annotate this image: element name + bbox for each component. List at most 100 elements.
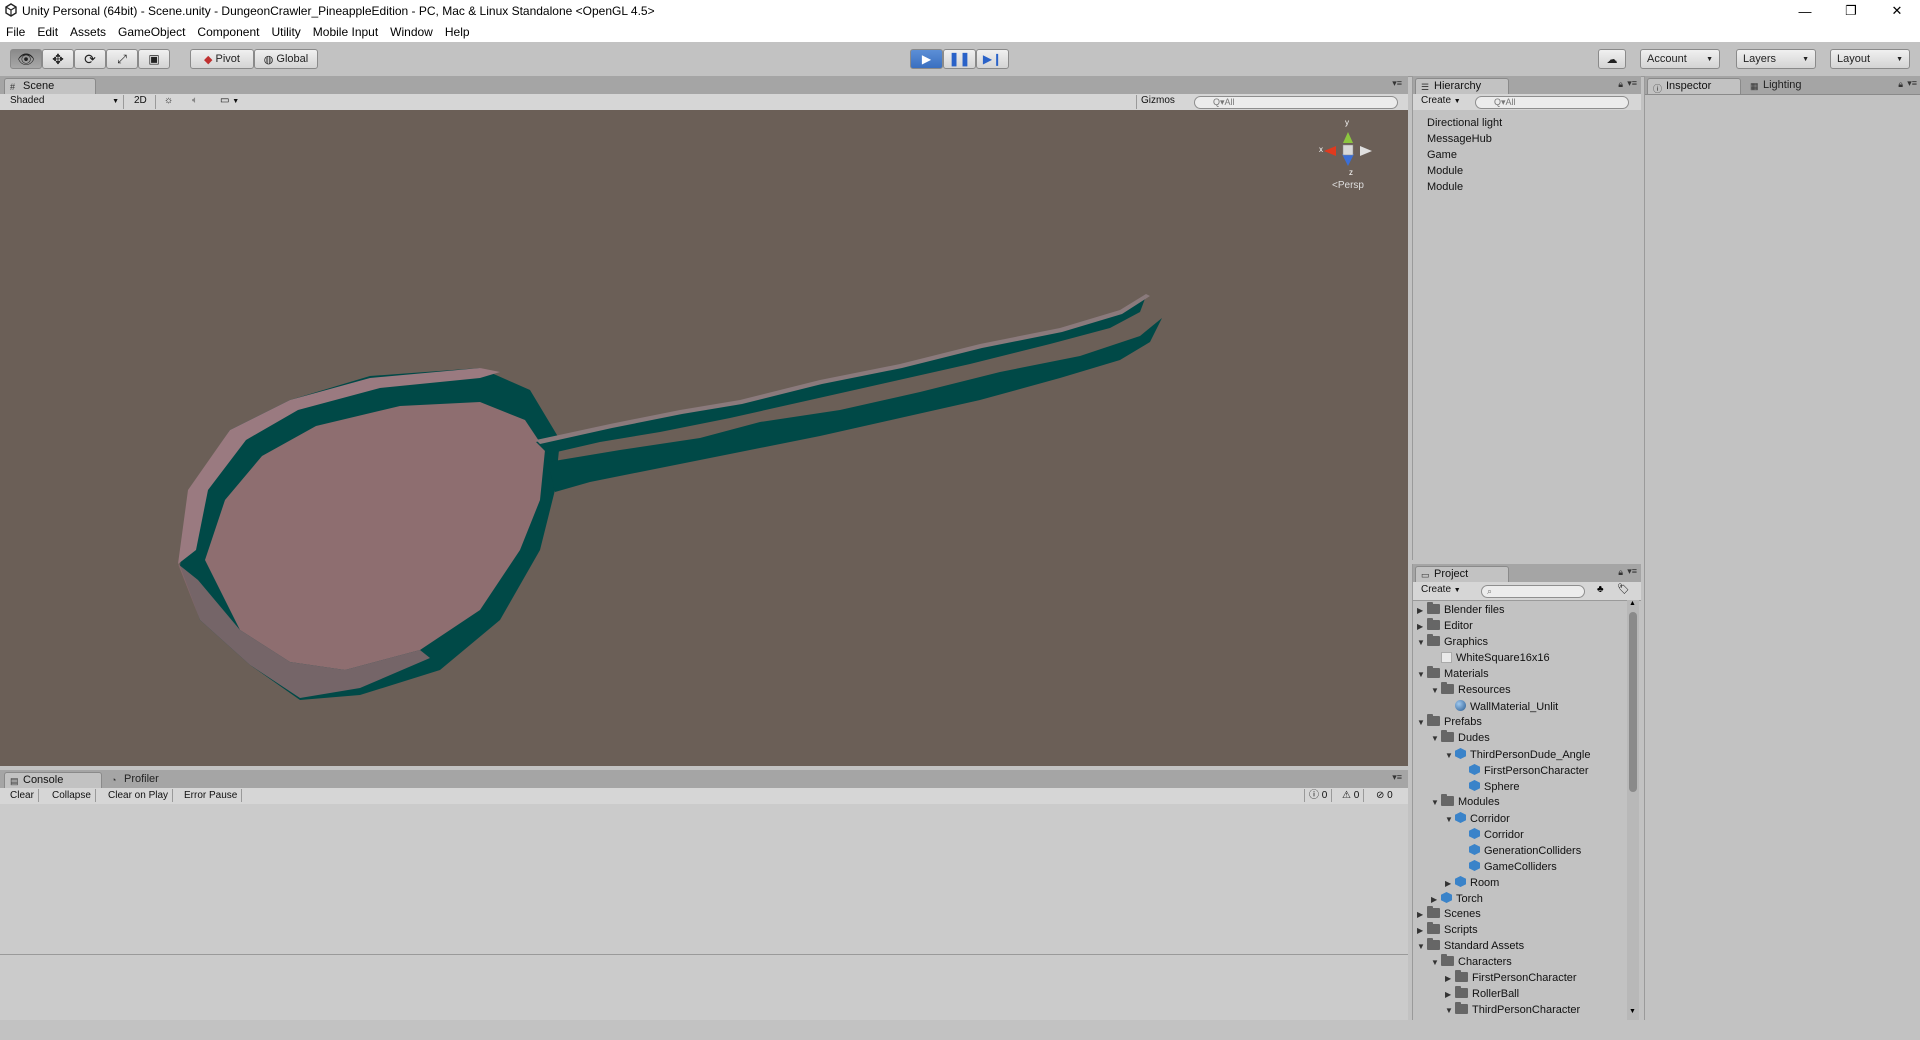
- project-tree-item[interactable]: Corridor: [1459, 828, 1524, 841]
- hierarchy-item[interactable]: Game: [1427, 149, 1457, 161]
- gizmo-persp-label[interactable]: <Persp: [1332, 180, 1364, 191]
- tab-lighting[interactable]: ▦ Lighting: [1745, 78, 1835, 94]
- panel-menu-icon[interactable]: ▾≡: [1392, 772, 1402, 783]
- menu-assets[interactable]: Assets: [64, 25, 112, 39]
- collapse-button[interactable]: Collapse: [48, 789, 96, 802]
- panel-menu-icon[interactable]: ▾≡: [1627, 78, 1637, 89]
- hierarchy-search-input[interactable]: Q▾All: [1475, 96, 1629, 109]
- scroll-up-icon[interactable]: ▲: [1629, 600, 1636, 607]
- pivot-button[interactable]: ◆ Pivot: [190, 49, 254, 69]
- tab-scene[interactable]: # Scene: [4, 78, 96, 94]
- hierarchy-item[interactable]: MessageHub: [1427, 133, 1492, 145]
- menu-file[interactable]: File: [0, 25, 31, 39]
- expanded-arrow-icon[interactable]: ▼: [1431, 798, 1441, 807]
- lock-icon[interactable]: 🔒︎: [1898, 79, 1903, 90]
- play-button[interactable]: ▶: [910, 49, 943, 69]
- project-search-input[interactable]: ⌕: [1481, 585, 1585, 598]
- lock-icon[interactable]: 🔒︎: [1618, 79, 1623, 90]
- expanded-arrow-icon[interactable]: ▼: [1445, 751, 1455, 760]
- scrollbar-thumb[interactable]: [1629, 612, 1637, 792]
- expanded-arrow-icon[interactable]: ▼: [1431, 686, 1441, 695]
- collapsed-arrow-icon[interactable]: ▶: [1445, 974, 1455, 983]
- expanded-arrow-icon[interactable]: ▼: [1445, 1006, 1455, 1015]
- collapsed-arrow-icon[interactable]: ▶: [1445, 879, 1455, 888]
- expanded-arrow-icon[interactable]: ▼: [1417, 670, 1427, 679]
- scale-tool-button[interactable]: ⤢: [106, 49, 138, 69]
- collapsed-arrow-icon[interactable]: ▶: [1417, 926, 1427, 935]
- minimize-icon[interactable]: —: [1782, 0, 1828, 22]
- gizmos-dropdown[interactable]: Gizmos ▼: [1136, 95, 1186, 116]
- menu-component[interactable]: Component: [191, 25, 265, 39]
- expanded-arrow-icon[interactable]: ▼: [1431, 734, 1441, 743]
- tab-console[interactable]: ▤ Console: [4, 772, 102, 788]
- project-tree-item[interactable]: ▼ ThirdPersonCharacter: [1445, 1002, 1580, 1016]
- error-count-toggle[interactable]: ⊘ 0: [1372, 789, 1397, 802]
- scroll-down-icon[interactable]: ▼: [1629, 1008, 1636, 1015]
- project-tree-item[interactable]: ▼ Characters: [1431, 954, 1512, 968]
- expanded-arrow-icon[interactable]: ▼: [1417, 718, 1427, 727]
- tab-inspector[interactable]: ⓘ Inspector: [1647, 78, 1741, 94]
- rect-tool-button[interactable]: ▣: [138, 49, 170, 69]
- clear-button[interactable]: Clear: [6, 789, 39, 802]
- close-icon[interactable]: ✕: [1874, 0, 1920, 22]
- collapsed-arrow-icon[interactable]: ▶: [1417, 606, 1427, 615]
- shading-mode-dropdown[interactable]: Shaded ▼: [6, 95, 124, 109]
- expanded-arrow-icon[interactable]: ▼: [1417, 638, 1427, 647]
- global-button[interactable]: ◍ Global: [254, 49, 318, 69]
- menu-edit[interactable]: Edit: [31, 25, 64, 39]
- step-button[interactable]: ▶❙: [976, 49, 1009, 69]
- layers-dropdown[interactable]: Layers ▼: [1736, 49, 1816, 69]
- clear-on-play-button[interactable]: Clear on Play: [104, 789, 174, 802]
- project-tree-item[interactable]: ▼ Standard Assets: [1417, 938, 1524, 952]
- project-tree-item[interactable]: ▼ ThirdPersonDude_Angle: [1445, 748, 1590, 761]
- project-tree-item[interactable]: ▶ Torch: [1431, 892, 1483, 905]
- scene-viewport[interactable]: y x z <Persp: [0, 110, 1408, 766]
- hierarchy-item[interactable]: Module: [1427, 165, 1463, 177]
- panel-menu-icon[interactable]: ▾≡: [1907, 78, 1917, 89]
- expanded-arrow-icon[interactable]: ▼: [1417, 942, 1427, 951]
- project-tree-item[interactable]: ▶ Blender files: [1417, 602, 1505, 616]
- orientation-gizmo[interactable]: y x z <Persp: [1310, 118, 1408, 198]
- cloud-button[interactable]: ☁: [1598, 49, 1626, 69]
- project-tree-item[interactable]: ▼ Resources: [1431, 682, 1511, 696]
- menu-utility[interactable]: Utility: [265, 25, 306, 39]
- move-tool-button[interactable]: ✥: [42, 49, 74, 69]
- 2d-toggle[interactable]: 2D: [130, 95, 156, 109]
- expanded-arrow-icon[interactable]: ▼: [1431, 958, 1441, 967]
- restore-icon[interactable]: ❐: [1828, 0, 1874, 22]
- project-tree-item[interactable]: Sphere: [1459, 780, 1519, 793]
- project-tree-item[interactable]: ▼ Prefabs: [1417, 714, 1482, 728]
- project-tree-item[interactable]: ▼ Graphics: [1417, 634, 1488, 648]
- error-pause-button[interactable]: Error Pause: [180, 789, 243, 802]
- console-detail-area[interactable]: [0, 955, 1408, 1020]
- audio-toggle[interactable]: 🔈︎: [188, 95, 212, 109]
- collapsed-arrow-icon[interactable]: ▶: [1417, 622, 1427, 631]
- layout-dropdown[interactable]: Layout ▼: [1830, 49, 1910, 69]
- project-tree-item[interactable]: ▶ Scripts: [1417, 922, 1478, 936]
- project-tree-item[interactable]: ▼ Modules: [1431, 794, 1500, 808]
- hierarchy-create-dropdown[interactable]: Create ▼: [1417, 95, 1467, 109]
- warning-count-toggle[interactable]: ⚠ 0: [1338, 789, 1365, 802]
- menu-help[interactable]: Help: [439, 25, 476, 39]
- tab-project[interactable]: ▭ Project: [1415, 566, 1509, 582]
- effects-dropdown[interactable]: ▭ ▼: [216, 95, 252, 109]
- tab-hierarchy[interactable]: ☰ Hierarchy: [1415, 78, 1509, 94]
- project-tree-item[interactable]: WhiteSquare16x16: [1431, 652, 1550, 664]
- project-create-dropdown[interactable]: Create ▼: [1417, 584, 1467, 598]
- hierarchy-item[interactable]: Directional light: [1427, 117, 1502, 129]
- collapsed-arrow-icon[interactable]: ▶: [1431, 895, 1441, 904]
- panel-menu-icon[interactable]: ▾≡: [1627, 566, 1637, 577]
- collapsed-arrow-icon[interactable]: ▶: [1445, 990, 1455, 999]
- project-tree-item[interactable]: GenerationColliders: [1459, 844, 1581, 857]
- project-scrollbar[interactable]: ▲ ▼: [1627, 600, 1639, 1020]
- project-tree-item[interactable]: ▶ Scenes: [1417, 906, 1481, 920]
- menu-gameobject[interactable]: GameObject: [112, 25, 191, 39]
- project-tree-item[interactable]: ▼ Materials: [1417, 666, 1489, 680]
- project-tree-item[interactable]: FirstPersonCharacter: [1459, 764, 1589, 777]
- pause-button[interactable]: ❚❚: [943, 49, 976, 69]
- project-tree-item[interactable]: ▼ Dudes: [1431, 730, 1490, 744]
- project-tree-item[interactable]: ▶ Editor: [1417, 618, 1473, 632]
- project-tree-item[interactable]: ▶ RollerBall: [1445, 986, 1519, 1000]
- project-tree-item[interactable]: WallMaterial_Unlit: [1445, 700, 1558, 713]
- filter-by-type-icon[interactable]: ♣: [1597, 584, 1604, 595]
